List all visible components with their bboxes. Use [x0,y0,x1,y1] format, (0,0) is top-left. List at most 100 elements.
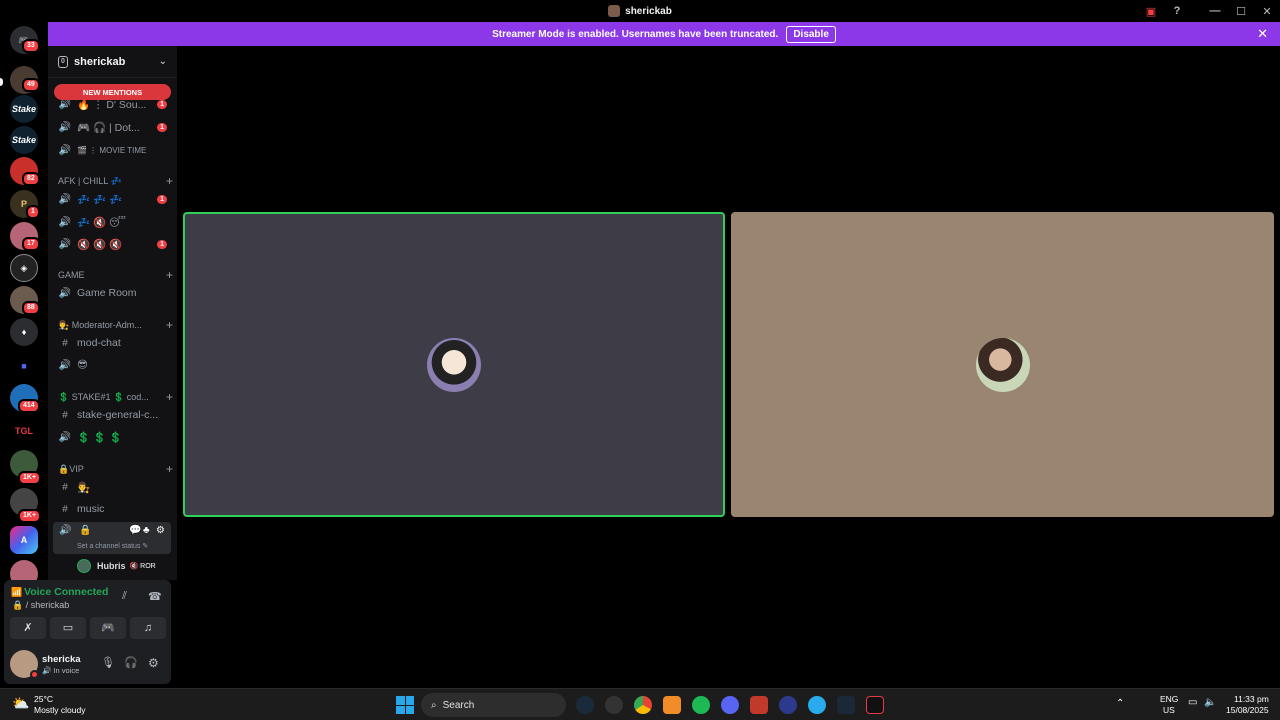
settings-gear-icon[interactable]: ⚙ [148,656,159,670]
voice-channel[interactable]: 🔊 🎮 🎧 | Dot... 1 [52,117,173,137]
camera-button[interactable]: ✗ [10,617,46,639]
category-moderator[interactable]: 👨‍⚖️ Moderator-Adm... + [58,318,173,332]
screen-share-button[interactable]: ▭ [50,617,86,639]
category-stake[interactable]: 💲 STAKE#1 💲 cod... + [58,390,173,404]
weather-temp[interactable]: 25°C [34,694,53,704]
spotify-icon[interactable] [692,696,710,714]
server-icon-10[interactable]: ♦ [10,318,38,346]
stake-server-icon-2[interactable]: Stake [10,126,38,154]
voice-channel-name[interactable]: 🔒 / sherickab [12,600,69,611]
text-channel[interactable]: # stake-general-c... [52,405,173,425]
speaker-icon: 🔊 [58,431,72,443]
streamer-mode-banner: Streamer Mode is enabled. Usernames have… [48,22,1280,46]
hash-icon: # [62,409,68,421]
headphones-icon[interactable]: 🎧 [124,656,138,669]
app-icon[interactable] [663,696,681,714]
chat-icon[interactable]: 💬 [129,525,141,536]
text-channel[interactable]: # mod-chat [52,333,173,353]
text-channel[interactable]: # music [52,499,173,519]
add-channel-icon[interactable]: + [166,318,173,332]
speaker-icon: 🔊 [58,144,72,156]
server-icon-8[interactable]: ◈ [10,254,38,282]
speaker-icon: 🔊 [58,287,72,299]
add-channel-icon[interactable]: + [166,268,173,282]
inbox-icon[interactable]: ▣ [1138,5,1164,18]
microphone-icon[interactable]: 🎙 [101,656,115,669]
app-icon[interactable] [866,696,884,714]
voice-status[interactable]: Voice Connected [24,586,108,598]
search-box[interactable]: ⌕ Search [421,693,566,717]
close-button[interactable]: ✕ [1254,5,1280,18]
hash-icon: # [62,481,68,493]
app-icon[interactable] [576,696,594,714]
voice-channel[interactable]: 🔊 🎬 ⋮ MOVIE TIME [52,140,173,160]
gear-icon[interactable]: ⚙ [156,525,165,536]
disable-button[interactable]: Disable [786,25,836,43]
add-channel-icon[interactable]: + [166,174,173,188]
language[interactable]: ENG [1160,694,1178,704]
server-icon-13[interactable]: TGL [10,417,38,445]
volume-icon[interactable]: 🔈 [1204,697,1216,708]
server-icon-16[interactable]: A [10,526,38,554]
steam-icon[interactable] [837,696,855,714]
participant-tile[interactable] [183,212,725,517]
region[interactable]: US [1163,705,1175,715]
member-name: Hubris [97,561,126,571]
close-banner-icon[interactable]: ✕ [1257,26,1268,42]
banner-text: Streamer Mode is enabled. Usernames have… [492,28,779,40]
stake-server-icon[interactable]: Stake [10,95,38,123]
voice-channel[interactable]: 🔊 Game Room [52,283,173,303]
add-channel-icon[interactable]: + [166,390,173,404]
new-mentions-pill[interactable]: NEW MENTIONS [54,84,171,100]
discord-icon[interactable] [721,696,739,714]
channel-label: mod-chat [77,337,121,349]
chevron-up-icon[interactable]: ⌃ [1116,698,1124,709]
search-label: Search [442,699,475,711]
add-member-icon[interactable]: ♣ [143,525,150,536]
voice-channel[interactable]: 🔊 💤 💤 💤 1 [52,189,173,209]
server-badge: 82 [22,172,40,186]
voice-channel[interactable]: 🔊 😎 [52,355,173,375]
category-game[interactable]: GAME + [58,268,173,282]
voice-member[interactable]: Hubris 🔇 ROR [77,558,171,574]
add-channel-icon[interactable]: + [166,462,173,476]
weather-desc[interactable]: Mostly cloudy [34,705,86,715]
clock-date[interactable]: 15/08/2025 [1226,705,1269,715]
hash-icon: # [62,503,68,515]
category-label: AFK | CHILL 💤 [58,175,122,186]
telegram-icon[interactable] [808,696,826,714]
mention-badge: 1 [157,239,167,249]
app-icon[interactable] [605,696,623,714]
chrome-icon[interactable] [634,696,652,714]
app-avatar-icon [608,5,621,17]
app-icon[interactable] [779,696,797,714]
guild-header[interactable]: 0 sherickab ⌄ [48,46,177,78]
text-channel[interactable]: # 👨‍⚖️ [52,477,173,497]
noise-suppression-icon[interactable]: ⫽ [122,590,127,603]
username[interactable]: shericka [42,654,81,665]
app-icon[interactable] [750,696,768,714]
voice-channel[interactable]: 🔊 💲 💲 💲 [52,427,173,447]
active-voice-channel[interactable]: 🔊 🔒 💬 ♣ ⚙ Set a channel status ✎ [53,522,171,554]
minimize-button[interactable]: — [1202,5,1228,17]
disconnect-icon[interactable]: ☎ [148,590,162,603]
clock-time[interactable]: 11:33 pm [1234,694,1269,704]
windows-start-icon[interactable] [396,696,414,714]
server-badge: 414 [18,399,40,413]
category-afk[interactable]: AFK | CHILL 💤 + [58,174,173,188]
help-icon[interactable]: ? [1164,5,1190,17]
voice-channel[interactable]: 🔊 🔇 🔇 🔇 1 [52,234,173,254]
folder-icon[interactable]: ■ [10,352,38,380]
participant-tile[interactable] [731,212,1274,517]
category-vip[interactable]: 🔒VIP + [58,462,173,476]
channel-list: 0 sherickab ⌄ 🔊 🔥 ⋮ D' Sou... 1 🔊 🎮 🎧 | … [48,46,177,580]
soundboard-button[interactable]: ♫ [130,617,166,639]
voice-channel[interactable]: 🔊 💤 🔇 😴 [52,212,173,232]
speaker-icon: 🔊 [58,216,72,228]
network-icon[interactable]: ▭ [1188,697,1197,708]
server-badge: 1K+ [18,471,42,485]
status-dot [30,670,39,679]
maximize-button[interactable]: ☐ [1228,5,1254,18]
activity-button[interactable]: 🎮 [90,617,126,639]
channel-status[interactable]: Set a channel status ✎ [77,542,148,550]
